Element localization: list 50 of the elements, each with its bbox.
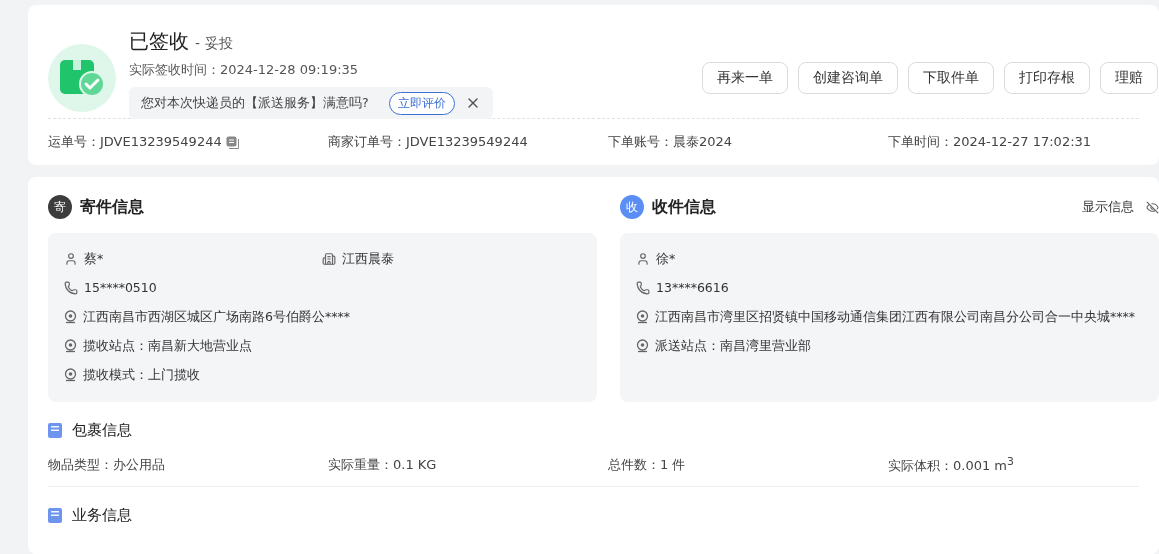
info-text: 江西南昌市西湖区城区广场南路6号伯爵公**** — [83, 308, 350, 326]
action-button[interactable]: 理赔 — [1100, 62, 1158, 94]
document-icon — [48, 422, 62, 438]
feedback-text: 您对本次快递员的【派送服务】满意吗? — [141, 94, 369, 112]
order-info: 运单号：JDVE13239549244 — [48, 133, 328, 151]
section-title: 寄件信息 — [80, 196, 144, 218]
rate-button[interactable]: 立即评价 — [389, 91, 455, 115]
phone-icon — [636, 281, 650, 295]
package-info: 物品类型：办公用品 — [48, 456, 166, 474]
info-text: 13****6616 — [656, 279, 729, 297]
person-icon — [64, 252, 78, 266]
info-text: 江西南昌市湾里区招贤镇中国移动通信集团江西有限公司南昌分公司合一中央城**** — [655, 308, 1135, 326]
copy-icon[interactable] — [225, 135, 239, 149]
info-text: 15****0510 — [84, 279, 157, 297]
info-text: 江西晨泰 — [342, 250, 394, 268]
package-check-icon — [58, 58, 106, 98]
sign-time: 实际签收时间：2024-12-28 09:19:35 — [129, 61, 360, 79]
action-button[interactable]: 下取件单 — [908, 62, 994, 94]
action-button[interactable]: 创建咨询单 — [798, 62, 898, 94]
action-button[interactable]: 打印存根 — [1004, 62, 1090, 94]
package-info: 实际体积：0.001 m$^{3}$ — [888, 454, 1015, 476]
location-icon — [64, 368, 77, 382]
order-info: 下单账号：晨泰2024 — [608, 133, 734, 151]
section-title: 收件信息 — [652, 196, 716, 218]
package-info: 总件数：1 件 — [608, 456, 687, 474]
package-info: 实际重量：0.1 KG — [328, 456, 438, 474]
location-icon — [636, 310, 649, 324]
info-text: 徐* — [656, 250, 676, 268]
show-info-link[interactable]: 显示信息 — [1082, 198, 1134, 216]
phone-icon — [64, 281, 78, 295]
status-title: 已签收 — [129, 28, 189, 55]
badge-icon: 寄 — [48, 195, 72, 219]
info-text: 揽收站点：南昌新大地营业点 — [83, 337, 252, 355]
section-title: 业务信息 — [72, 505, 132, 525]
section-title: 包裹信息 — [72, 420, 132, 440]
order-info: 下单时间：2024-12-27 17:02:31 — [888, 133, 1093, 151]
location-icon — [64, 339, 77, 353]
badge-icon: 收 — [620, 195, 644, 219]
building-icon — [322, 252, 336, 266]
info-text: 揽收模式：上门揽收 — [83, 366, 200, 384]
location-icon — [64, 310, 77, 324]
order-info: 商家订单号：JDVE13239549244 — [328, 133, 529, 151]
location-icon — [636, 339, 649, 353]
eye-off-icon[interactable] — [1146, 200, 1159, 214]
action-button[interactable]: 再来一单 — [702, 62, 788, 94]
info-text: 派送站点：南昌湾里营业部 — [655, 337, 811, 355]
info-text: 蔡* — [84, 250, 104, 268]
status-subtitle: - 妥投 — [195, 35, 233, 53]
person-icon — [636, 252, 650, 266]
document-icon — [48, 507, 62, 523]
